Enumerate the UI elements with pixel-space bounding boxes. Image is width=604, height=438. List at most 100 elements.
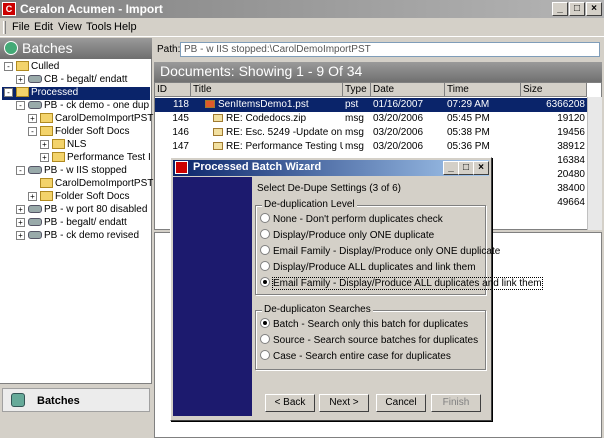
menu-file[interactable]: File	[12, 21, 30, 33]
menu-view[interactable]: View	[58, 21, 82, 33]
dedup-search-group: De-duplicaton Searches Batch - Search on…	[255, 304, 486, 370]
batches-panel: Batches - Culled + CB - begalt/ endatt - Proc…	[0, 38, 154, 438]
tree-item[interactable]: + PB - ck demo revised	[2, 230, 150, 243]
table-row[interactable]: 145 RE: Codedocs.zip msg 03/20/2006 05:45 PM…	[155, 112, 587, 126]
expand-icon[interactable]: +	[40, 139, 49, 149]
cell-size: 38400	[557, 183, 585, 194]
wizard-minimize-button[interactable]: _	[443, 161, 459, 175]
radio-option[interactable]: Batch - Search only this batch for dupli…	[260, 318, 468, 330]
email-icon	[213, 142, 223, 151]
col-header-time[interactable]: Time	[445, 83, 521, 97]
collapse-icon[interactable]: -	[16, 100, 25, 110]
radio-button[interactable]	[260, 245, 270, 256]
collapse-icon[interactable]: -	[28, 126, 37, 136]
expand-icon[interactable]: +	[28, 191, 37, 201]
table-row[interactable]: 146 RE: Esc. 5249 -Update on FC amsg 03/20…	[155, 126, 587, 140]
tree-item-label: PB - begalt/ endatt	[44, 217, 127, 228]
tree-item[interactable]: + Performance Test I	[2, 152, 151, 165]
tree-item[interactable]: CarolDemoImportPST	[2, 178, 154, 191]
col-header-title[interactable]: Title	[191, 83, 343, 97]
documents-scrollbar[interactable]	[587, 97, 602, 230]
col-header-type[interactable]: Type	[343, 83, 371, 97]
radio-option[interactable]: Case - Search entire case for duplicates	[260, 350, 451, 362]
cell-size: 16384	[557, 155, 585, 166]
radio-option-label: Email Family - Display/Produce ALL dupli…	[272, 277, 543, 290]
tree-item[interactable]: - Culled	[2, 61, 150, 74]
cell-time: 05:36 PM	[447, 141, 490, 152]
pst-file-icon	[205, 100, 215, 109]
radio-option[interactable]: Display/Produce only ONE duplicate	[260, 229, 434, 241]
expand-icon[interactable]: +	[16, 74, 25, 84]
col-header-id[interactable]: ID	[155, 83, 191, 97]
menu-help[interactable]: Help	[114, 21, 137, 33]
tree-item[interactable]: - Folder Soft Docs	[2, 126, 150, 139]
radio-option[interactable]: None - Don't perform duplicates check	[260, 213, 443, 225]
col-header-date[interactable]: Date	[371, 83, 445, 97]
close-button[interactable]: ×	[586, 2, 602, 16]
radio-button[interactable]	[260, 229, 270, 240]
back-button[interactable]: < Back	[265, 394, 315, 412]
minimize-button[interactable]: _	[552, 2, 568, 16]
radio-option-label: Display/Produce ALL duplicates and link …	[273, 262, 476, 273]
cell-title-text: RE: Esc. 5249 -Update on FC a	[226, 127, 343, 138]
col-header-size[interactable]: Size	[521, 83, 587, 97]
menu-tools[interactable]: Tools	[86, 21, 112, 33]
tree-item[interactable]: + NLS	[2, 139, 150, 152]
expand-icon[interactable]: +	[16, 217, 25, 227]
cell-type: msg	[345, 141, 364, 152]
tree-item[interactable]: + CB - begalt/ endatt	[2, 74, 150, 87]
cell-size: 49664	[557, 197, 585, 208]
cell-time: 05:38 PM	[447, 127, 490, 138]
tree-item[interactable]: + PB - w port 80 disabled	[2, 204, 150, 217]
tree-item[interactable]: - PB - ck demo - one dup	[2, 100, 150, 113]
tree-item-label: NLS	[67, 139, 87, 150]
finish-button-label: Finish	[442, 397, 470, 408]
radio-button[interactable]	[260, 213, 270, 224]
left-bottom-area: Batches	[0, 383, 152, 438]
folder-icon	[52, 152, 65, 163]
expand-icon[interactable]: +	[16, 230, 25, 240]
collapse-icon[interactable]: -	[4, 61, 13, 71]
expand-icon[interactable]: +	[28, 113, 37, 123]
tree-item-label: CarolDemoImportPST	[55, 178, 154, 189]
menu-edit[interactable]: Edit	[34, 21, 53, 33]
cell-type: pst	[345, 99, 359, 110]
cell-title: RE: Performance Testing US Al	[193, 141, 343, 152]
batches-nav-button[interactable]: Batches	[2, 388, 150, 412]
tree-item[interactable]: - Processed	[2, 87, 150, 100]
table-row[interactable]: 147 RE: Performance Testing US Almsg 03/20…	[155, 140, 587, 154]
radio-option[interactable]: Email Family - Display/Produce ALL dupli…	[260, 277, 543, 290]
cell-type: msg	[345, 127, 364, 138]
radio-option[interactable]: Display/Produce ALL duplicates and link …	[260, 261, 476, 273]
finish-button[interactable]: Finish	[431, 394, 481, 412]
maximize-button[interactable]: □	[569, 2, 585, 16]
wizard-maximize-button[interactable]: □	[458, 161, 474, 175]
cell-size: 20480	[557, 169, 585, 180]
tree-item[interactable]: + Folder Soft Docs	[2, 191, 150, 204]
cell-size: 19120	[557, 113, 585, 124]
tree-item[interactable]: + CarolDemoImportPST	[2, 113, 153, 126]
radio-button[interactable]	[260, 261, 270, 272]
cell-title-text: SenItemsDemo1.pst	[218, 99, 309, 110]
wizard-close-button[interactable]: ×	[473, 161, 489, 175]
cancel-button[interactable]: Cancel	[376, 394, 426, 412]
folder-icon	[40, 113, 53, 124]
email-icon	[213, 128, 223, 137]
expand-icon[interactable]: +	[40, 152, 49, 162]
collapse-icon[interactable]: -	[4, 87, 13, 97]
radio-button[interactable]	[260, 318, 270, 329]
tree-item[interactable]: - PB - w IIS stopped	[2, 165, 150, 178]
tree-item[interactable]: + PB - begalt/ endatt	[2, 217, 150, 230]
next-button[interactable]: Next >	[319, 394, 369, 412]
expand-icon[interactable]: +	[16, 204, 25, 214]
radio-button[interactable]	[260, 277, 270, 288]
path-field[interactable]: PB - w IIS stopped:\CarolDemoImportPST	[180, 42, 600, 57]
radio-option[interactable]: Source - Search source batches for dupli…	[260, 334, 478, 346]
table-row[interactable]: 118 SenItemsDemo1.pst pst 01/16/2007 07:29 A…	[155, 98, 587, 112]
collapse-icon[interactable]: -	[16, 165, 25, 175]
radio-option[interactable]: Email Family - Display/Produce only ONE …	[260, 245, 500, 257]
cell-id: 146	[172, 127, 189, 138]
radio-button[interactable]	[260, 350, 270, 361]
radio-button[interactable]	[260, 334, 270, 345]
batches-header-label: Batches	[22, 40, 73, 56]
